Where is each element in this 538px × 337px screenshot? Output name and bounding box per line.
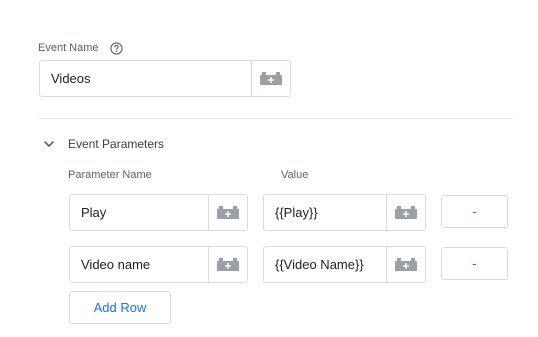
- event-name-variable-button[interactable]: [251, 61, 290, 96]
- variable-brick-icon: [260, 72, 282, 85]
- parameter-name-field[interactable]: Video name: [69, 246, 248, 283]
- event-parameters-title[interactable]: Event Parameters: [68, 137, 164, 151]
- chevron-down-icon[interactable]: [42, 137, 56, 151]
- remove-row-button[interactable]: -: [441, 247, 508, 280]
- help-circle-icon[interactable]: [110, 42, 123, 55]
- parameter-value-variable-button[interactable]: [386, 195, 425, 230]
- variable-brick-icon: [395, 206, 417, 219]
- event-name-value[interactable]: Videos: [51, 61, 91, 96]
- parameter-value-value[interactable]: {{Video Name}}: [275, 247, 364, 282]
- parameter-value-variable-button[interactable]: [386, 247, 425, 282]
- variable-brick-icon: [217, 206, 239, 219]
- value-header: Value: [281, 169, 309, 181]
- variable-brick-icon: [217, 258, 239, 271]
- variable-brick-icon: [395, 258, 417, 271]
- parameter-value-field[interactable]: {{Video Name}}: [263, 246, 426, 283]
- parameter-name-value[interactable]: Play: [81, 195, 106, 230]
- parameter-name-field[interactable]: Play: [69, 194, 248, 231]
- parameter-value-value[interactable]: {{Play}}: [275, 195, 318, 230]
- remove-row-button[interactable]: -: [441, 195, 508, 228]
- parameter-name-value[interactable]: Video name: [81, 247, 150, 282]
- event-name-label: Event Name: [38, 42, 99, 54]
- section-divider: [38, 118, 514, 119]
- parameter-name-header: Parameter Name: [68, 169, 152, 181]
- add-row-button[interactable]: Add Row: [69, 291, 171, 324]
- parameter-value-field[interactable]: {{Play}}: [263, 194, 426, 231]
- parameter-name-variable-button[interactable]: [208, 195, 247, 230]
- parameter-name-variable-button[interactable]: [208, 247, 247, 282]
- event-name-field[interactable]: Videos: [39, 60, 291, 97]
